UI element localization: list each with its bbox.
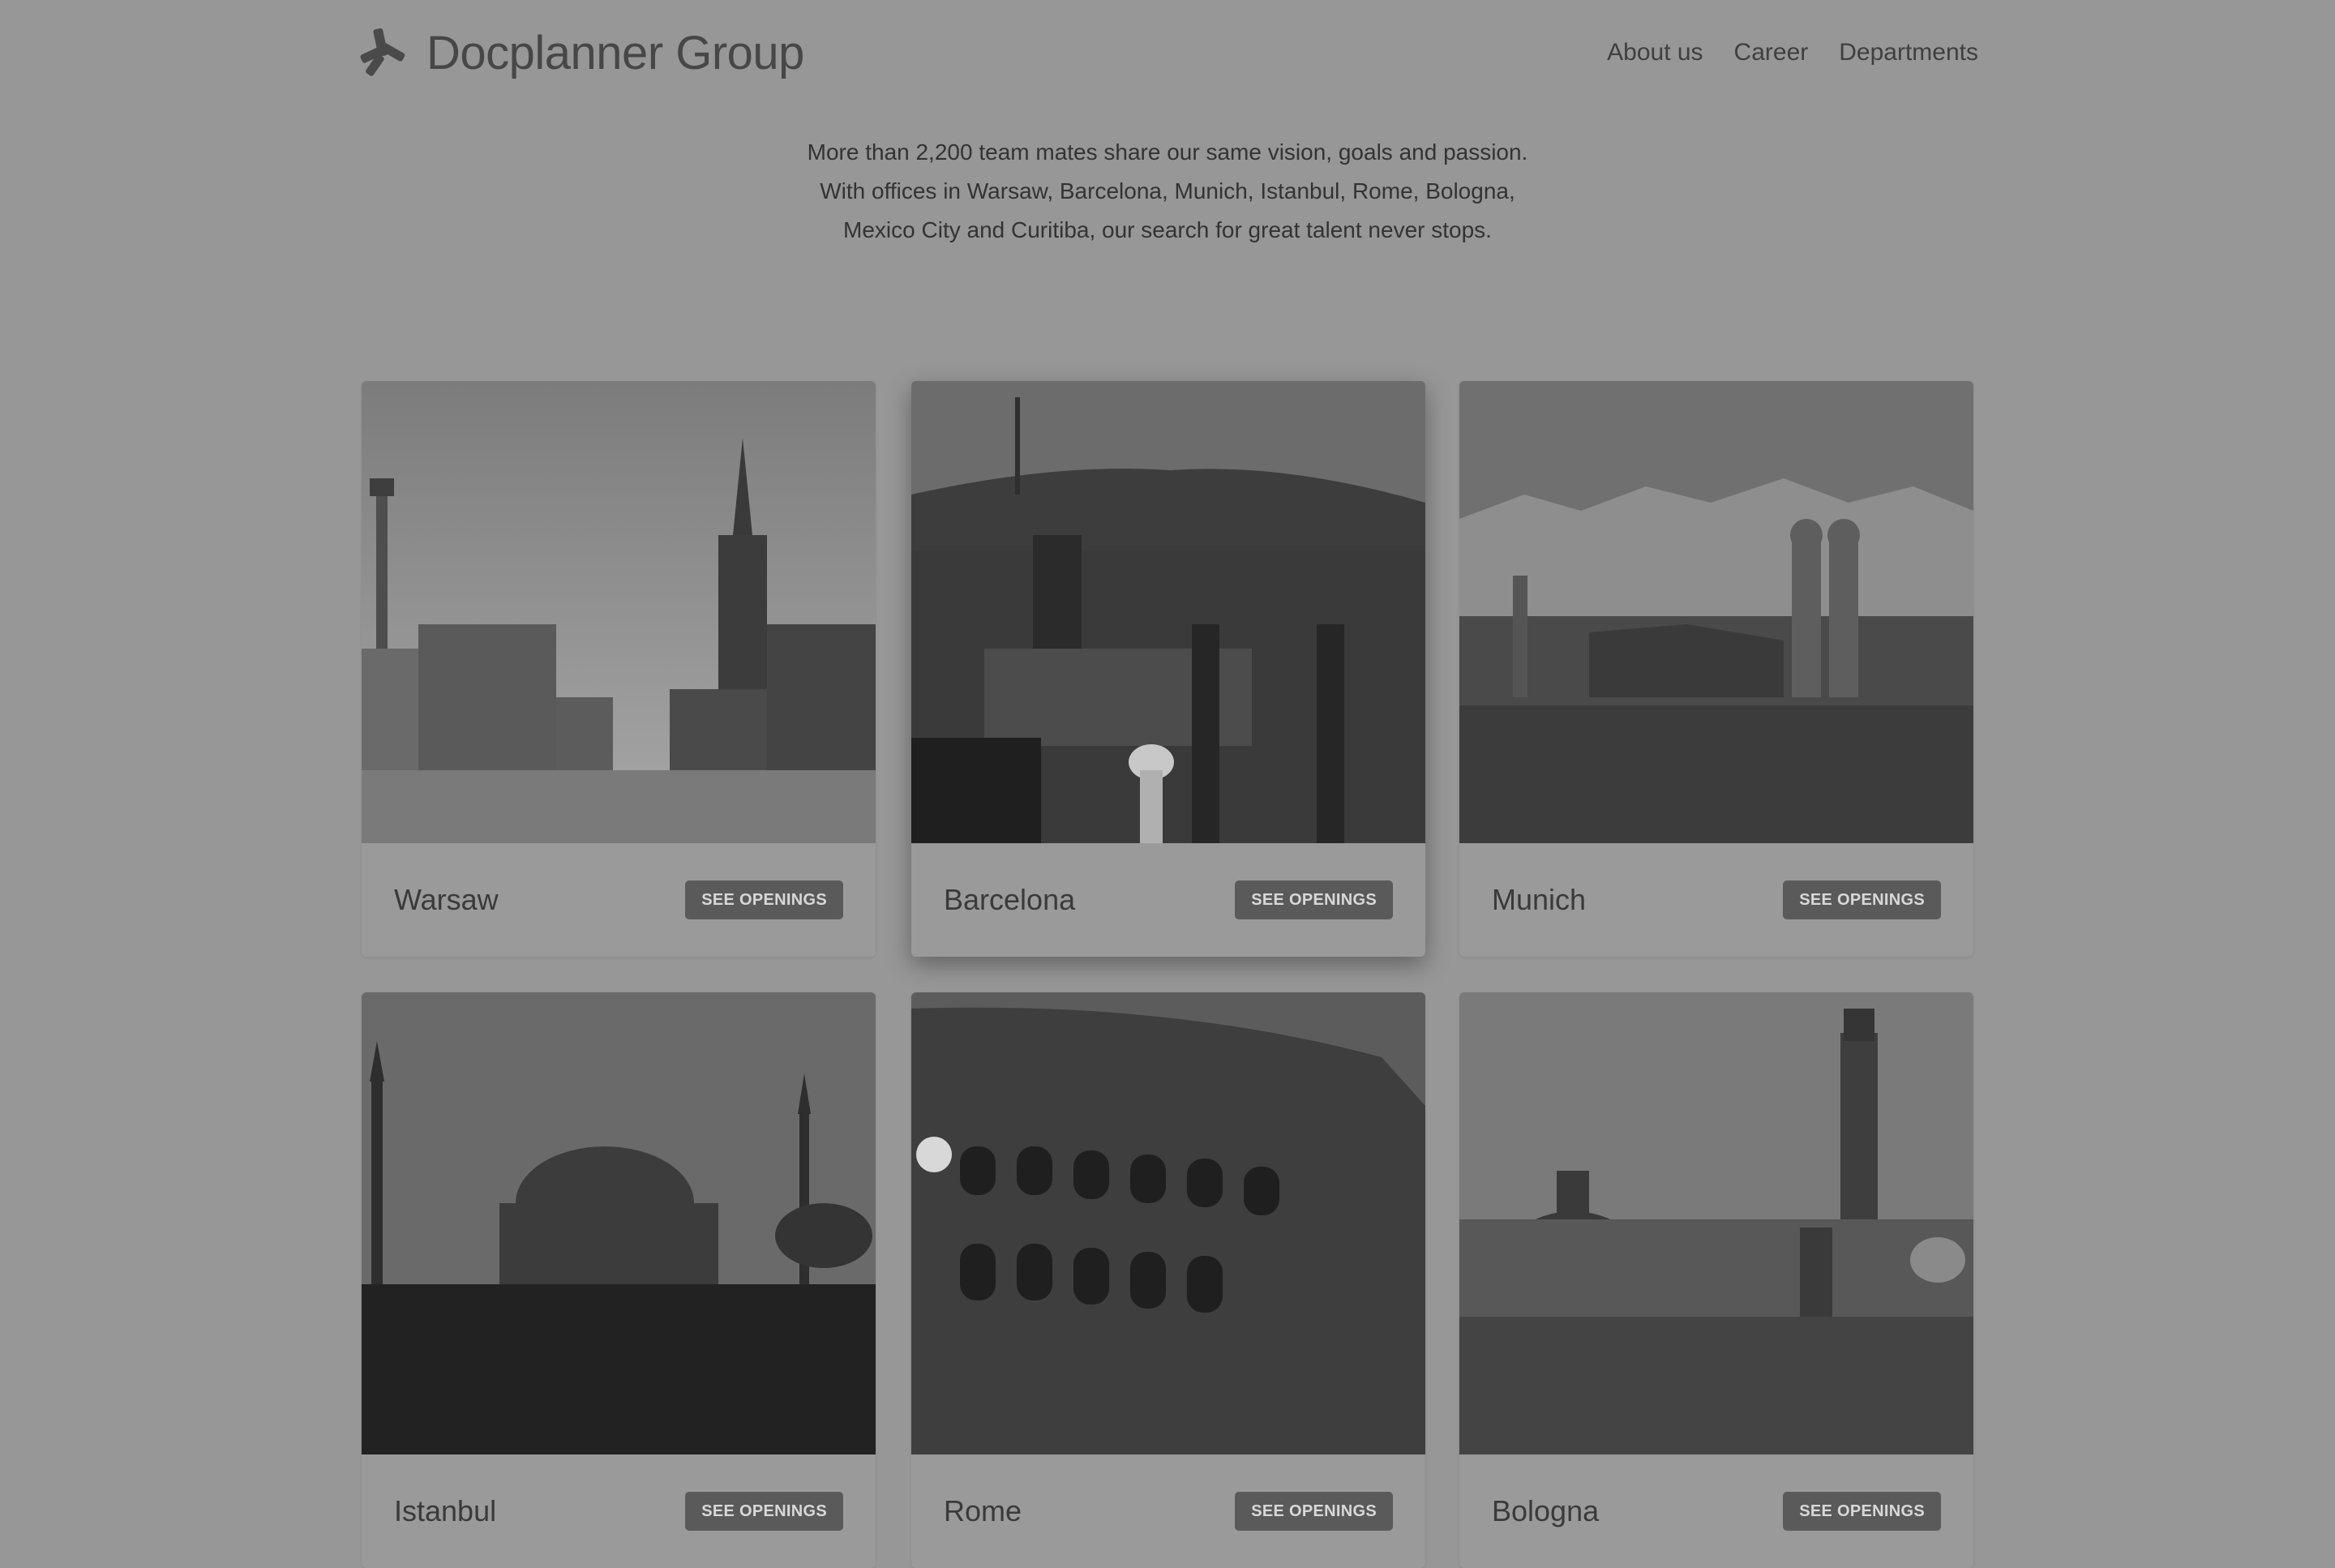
main-nav: About us Career Departments bbox=[1607, 39, 1978, 66]
see-openings-button[interactable]: SEE OPENINGS bbox=[685, 1492, 843, 1531]
see-openings-button[interactable]: SEE OPENINGS bbox=[1235, 880, 1393, 919]
intro-line: More than 2,200 team mates share our sam… bbox=[807, 139, 1528, 165]
warsaw-photo bbox=[362, 381, 876, 843]
city-card-munich[interactable]: Munich SEE OPENINGS bbox=[1459, 381, 1973, 957]
card-footer: Istanbul SEE OPENINGS bbox=[362, 1454, 876, 1568]
see-openings-button[interactable]: SEE OPENINGS bbox=[1783, 1492, 1941, 1531]
city-name: Rome bbox=[944, 1494, 1022, 1527]
intro-line: With offices in Warsaw, Barcelona, Munic… bbox=[820, 178, 1515, 203]
card-footer: Bologna SEE OPENINGS bbox=[1459, 1454, 1973, 1568]
card-footer: Rome SEE OPENINGS bbox=[911, 1454, 1425, 1568]
logo-text: Docplanner Group bbox=[426, 26, 804, 79]
docplanner-star-icon bbox=[360, 28, 405, 76]
logo[interactable]: Docplanner Group bbox=[357, 24, 804, 81]
nav-about-us[interactable]: About us bbox=[1607, 39, 1703, 66]
munich-photo bbox=[1459, 381, 1973, 843]
see-openings-button[interactable]: SEE OPENINGS bbox=[1783, 880, 1941, 919]
card-footer: Warsaw SEE OPENINGS bbox=[362, 843, 876, 957]
city-card-warsaw[interactable]: Warsaw SEE OPENINGS bbox=[362, 381, 876, 957]
barcelona-photo bbox=[911, 381, 1425, 843]
city-name: Istanbul bbox=[394, 1494, 497, 1527]
city-card-rome[interactable]: Rome SEE OPENINGS bbox=[911, 992, 1425, 1568]
see-openings-button[interactable]: SEE OPENINGS bbox=[685, 880, 843, 919]
rome-photo bbox=[911, 992, 1425, 1454]
city-card-bologna[interactable]: Bologna SEE OPENINGS bbox=[1459, 992, 1973, 1568]
card-footer: Munich SEE OPENINGS bbox=[1459, 843, 1973, 957]
nav-departments[interactable]: Departments bbox=[1839, 39, 1978, 66]
bologna-photo bbox=[1459, 992, 1973, 1454]
city-name: Barcelona bbox=[944, 883, 1076, 916]
city-card-istanbul[interactable]: Istanbul SEE OPENINGS bbox=[362, 992, 876, 1568]
city-name: Munich bbox=[1492, 883, 1587, 916]
city-name: Warsaw bbox=[394, 883, 499, 916]
see-openings-button[interactable]: SEE OPENINGS bbox=[1235, 1492, 1393, 1531]
intro-line: Mexico City and Curitiba, our search for… bbox=[843, 217, 1492, 242]
city-name: Bologna bbox=[1492, 1494, 1600, 1527]
intro-text: More than 2,200 team mates share our sam… bbox=[681, 133, 1654, 250]
site-header: Docplanner Group About us Career Departm… bbox=[357, 24, 1978, 81]
card-footer: Barcelona SEE OPENINGS bbox=[911, 843, 1425, 957]
nav-career[interactable]: Career bbox=[1734, 39, 1809, 66]
istanbul-photo bbox=[362, 992, 876, 1454]
city-card-barcelona[interactable]: Barcelona SEE OPENINGS bbox=[911, 381, 1425, 957]
